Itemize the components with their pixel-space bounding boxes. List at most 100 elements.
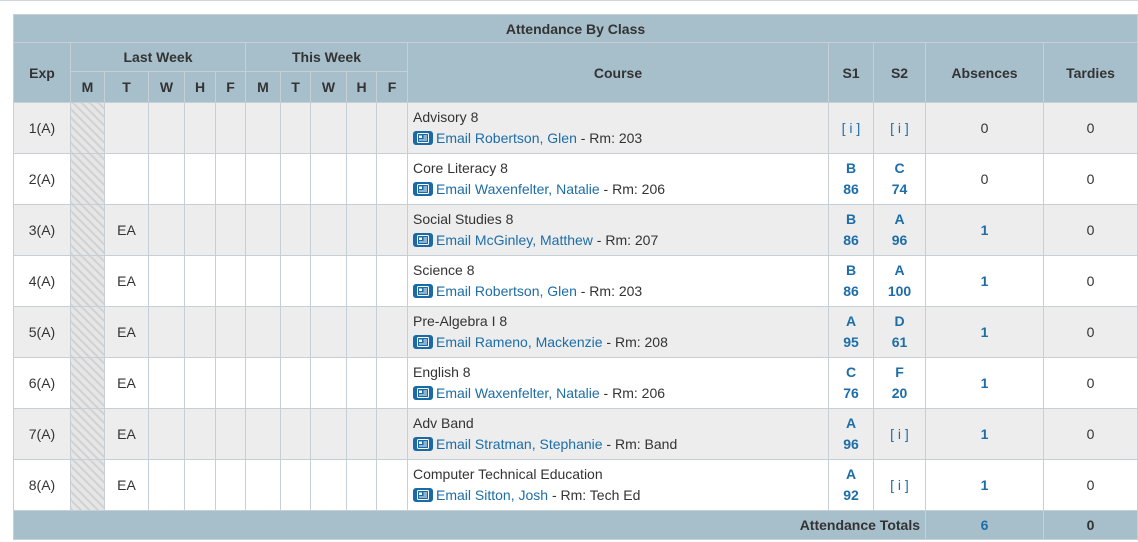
s2-grade-cell[interactable]: [ i ] xyxy=(873,408,926,460)
s2-letter-grade[interactable]: F xyxy=(874,362,925,383)
s2-grade-cell[interactable]: C 74 xyxy=(873,153,926,205)
s2-grade-cell[interactable]: F 20 xyxy=(873,357,926,409)
day-cell xyxy=(280,306,311,358)
s1-grade-cell[interactable]: B 86 xyxy=(828,255,874,307)
s1-letter-grade[interactable]: A xyxy=(829,464,873,485)
email-teacher-link[interactable]: Email Waxenfelter, Natalie xyxy=(436,181,600,197)
absences-cell[interactable]: 1 xyxy=(925,408,1044,460)
email-teacher-link[interactable]: Email McGinley, Matthew xyxy=(436,232,593,248)
s2-info-link[interactable]: [ i ] xyxy=(890,426,909,442)
totals-absences-link[interactable]: 6 xyxy=(981,517,989,533)
exp-cell: 3(A) xyxy=(13,204,71,256)
email-teacher-link[interactable]: Email Stratman, Stephanie xyxy=(436,436,603,452)
s1-grade-cell[interactable]: B 86 xyxy=(828,204,874,256)
absences-cell[interactable]: 1 xyxy=(925,204,1044,256)
email-teacher-link[interactable]: Email Robertson, Glen xyxy=(436,283,577,299)
s2-percent[interactable]: 100 xyxy=(874,281,925,302)
email-icon[interactable] xyxy=(413,233,433,247)
s2-letter-grade[interactable]: D xyxy=(874,311,925,332)
day-cell xyxy=(346,204,377,256)
email-icon[interactable] xyxy=(413,284,433,298)
day-cell xyxy=(184,357,216,409)
s2-grade-cell[interactable]: D 61 xyxy=(873,306,926,358)
s1-grade-cell[interactable]: A 96 xyxy=(828,408,874,460)
room-text: - Rm: 206 xyxy=(599,385,666,401)
s1-percent[interactable]: 95 xyxy=(829,332,873,353)
s1-percent[interactable]: 86 xyxy=(829,281,873,302)
email-teacher-link[interactable]: Email Robertson, Glen xyxy=(436,130,577,146)
s1-letter-grade[interactable]: C xyxy=(829,362,873,383)
s1-grade-cell[interactable]: A 95 xyxy=(828,306,874,358)
day-cell xyxy=(245,255,281,307)
s1-grade-cell[interactable]: C 76 xyxy=(828,357,874,409)
day-cell xyxy=(310,153,347,205)
day-cell xyxy=(346,306,377,358)
s2-percent[interactable]: 20 xyxy=(874,383,925,404)
header-last-week: Last Week xyxy=(70,42,246,72)
absences-cell[interactable]: 1 xyxy=(925,306,1044,358)
teacher-name: McGinley, Matthew xyxy=(474,232,593,248)
s2-info-link[interactable]: [ i ] xyxy=(890,477,909,493)
absences-cell[interactable]: 1 xyxy=(925,255,1044,307)
day-cell xyxy=(376,102,408,154)
s1-grade-cell[interactable]: [ i ] xyxy=(828,102,874,154)
email-icon[interactable] xyxy=(413,386,433,400)
exp-cell: 5(A) xyxy=(13,306,71,358)
s1-letter-grade[interactable]: B xyxy=(829,260,873,281)
s1-letter-grade[interactable]: B xyxy=(829,158,873,179)
header-day-last-0: M xyxy=(70,71,105,103)
day-cell: EA xyxy=(104,204,149,256)
totals-absences[interactable]: 6 xyxy=(925,510,1044,540)
table-row: 6(A) EA English 8 Email Waxenfelter, Natali… xyxy=(13,357,1138,409)
tardies-cell: 0 xyxy=(1042,459,1138,511)
header-day-this-3: H xyxy=(346,71,377,103)
s2-info-link[interactable]: [ i ] xyxy=(890,120,909,136)
s2-letter-grade[interactable]: A xyxy=(874,209,925,230)
email-icon[interactable] xyxy=(413,131,433,145)
email-icon[interactable] xyxy=(413,488,433,502)
s1-grade-cell[interactable]: A 92 xyxy=(828,459,874,511)
table-row: 5(A) EA Pre-Algebra I 8 Email Rameno, Macke… xyxy=(13,306,1138,358)
s2-letter-grade[interactable]: A xyxy=(874,260,925,281)
s1-percent[interactable]: 96 xyxy=(829,434,873,455)
s2-grade-cell[interactable]: [ i ] xyxy=(873,459,926,511)
absences-link[interactable]: 1 xyxy=(981,222,989,238)
email-teacher-link[interactable]: Email Sitton, Josh xyxy=(436,487,548,503)
exp-cell: 7(A) xyxy=(13,408,71,460)
email-teacher-link[interactable]: Email Rameno, Mackenzie xyxy=(436,334,603,350)
teacher-line: Email Rameno, Mackenzie - Rm: 208 xyxy=(413,332,828,353)
absences-link[interactable]: 1 xyxy=(981,426,989,442)
s1-letter-grade[interactable]: A xyxy=(829,413,873,434)
email-icon[interactable] xyxy=(413,437,433,451)
day-cell xyxy=(215,306,246,358)
course-name: English 8 xyxy=(413,364,471,380)
absences-link[interactable]: 1 xyxy=(981,375,989,391)
email-teacher-link[interactable]: Email Waxenfelter, Natalie xyxy=(436,385,600,401)
s2-grade-cell[interactable]: [ i ] xyxy=(873,102,926,154)
s1-percent[interactable]: 76 xyxy=(829,383,873,404)
s1-letter-grade[interactable]: A xyxy=(829,311,873,332)
s1-grade-cell[interactable]: B 86 xyxy=(828,153,874,205)
s2-letter-grade[interactable]: C xyxy=(874,158,925,179)
absences-link[interactable]: 1 xyxy=(981,324,989,340)
s2-grade-cell[interactable]: A 96 xyxy=(873,204,926,256)
teacher-line: Email Waxenfelter, Natalie - Rm: 206 xyxy=(413,383,828,404)
absences-cell[interactable]: 1 xyxy=(925,459,1044,511)
s2-grade-cell[interactable]: A 100 xyxy=(873,255,926,307)
s1-letter-grade[interactable]: B xyxy=(829,209,873,230)
s2-percent[interactable]: 74 xyxy=(874,179,925,200)
s1-percent[interactable]: 92 xyxy=(829,485,873,506)
absences-link[interactable]: 1 xyxy=(981,273,989,289)
absences-link[interactable]: 1 xyxy=(981,477,989,493)
s1-percent[interactable]: 86 xyxy=(829,230,873,251)
day-cell xyxy=(245,102,281,154)
day-cell xyxy=(215,357,246,409)
s1-percent[interactable]: 86 xyxy=(829,179,873,200)
day-cell xyxy=(280,408,311,460)
s1-info-link[interactable]: [ i ] xyxy=(842,120,861,136)
s2-percent[interactable]: 96 xyxy=(874,230,925,251)
email-icon[interactable] xyxy=(413,335,433,349)
absences-cell[interactable]: 1 xyxy=(925,357,1044,409)
email-icon[interactable] xyxy=(413,182,433,196)
s2-percent[interactable]: 61 xyxy=(874,332,925,353)
